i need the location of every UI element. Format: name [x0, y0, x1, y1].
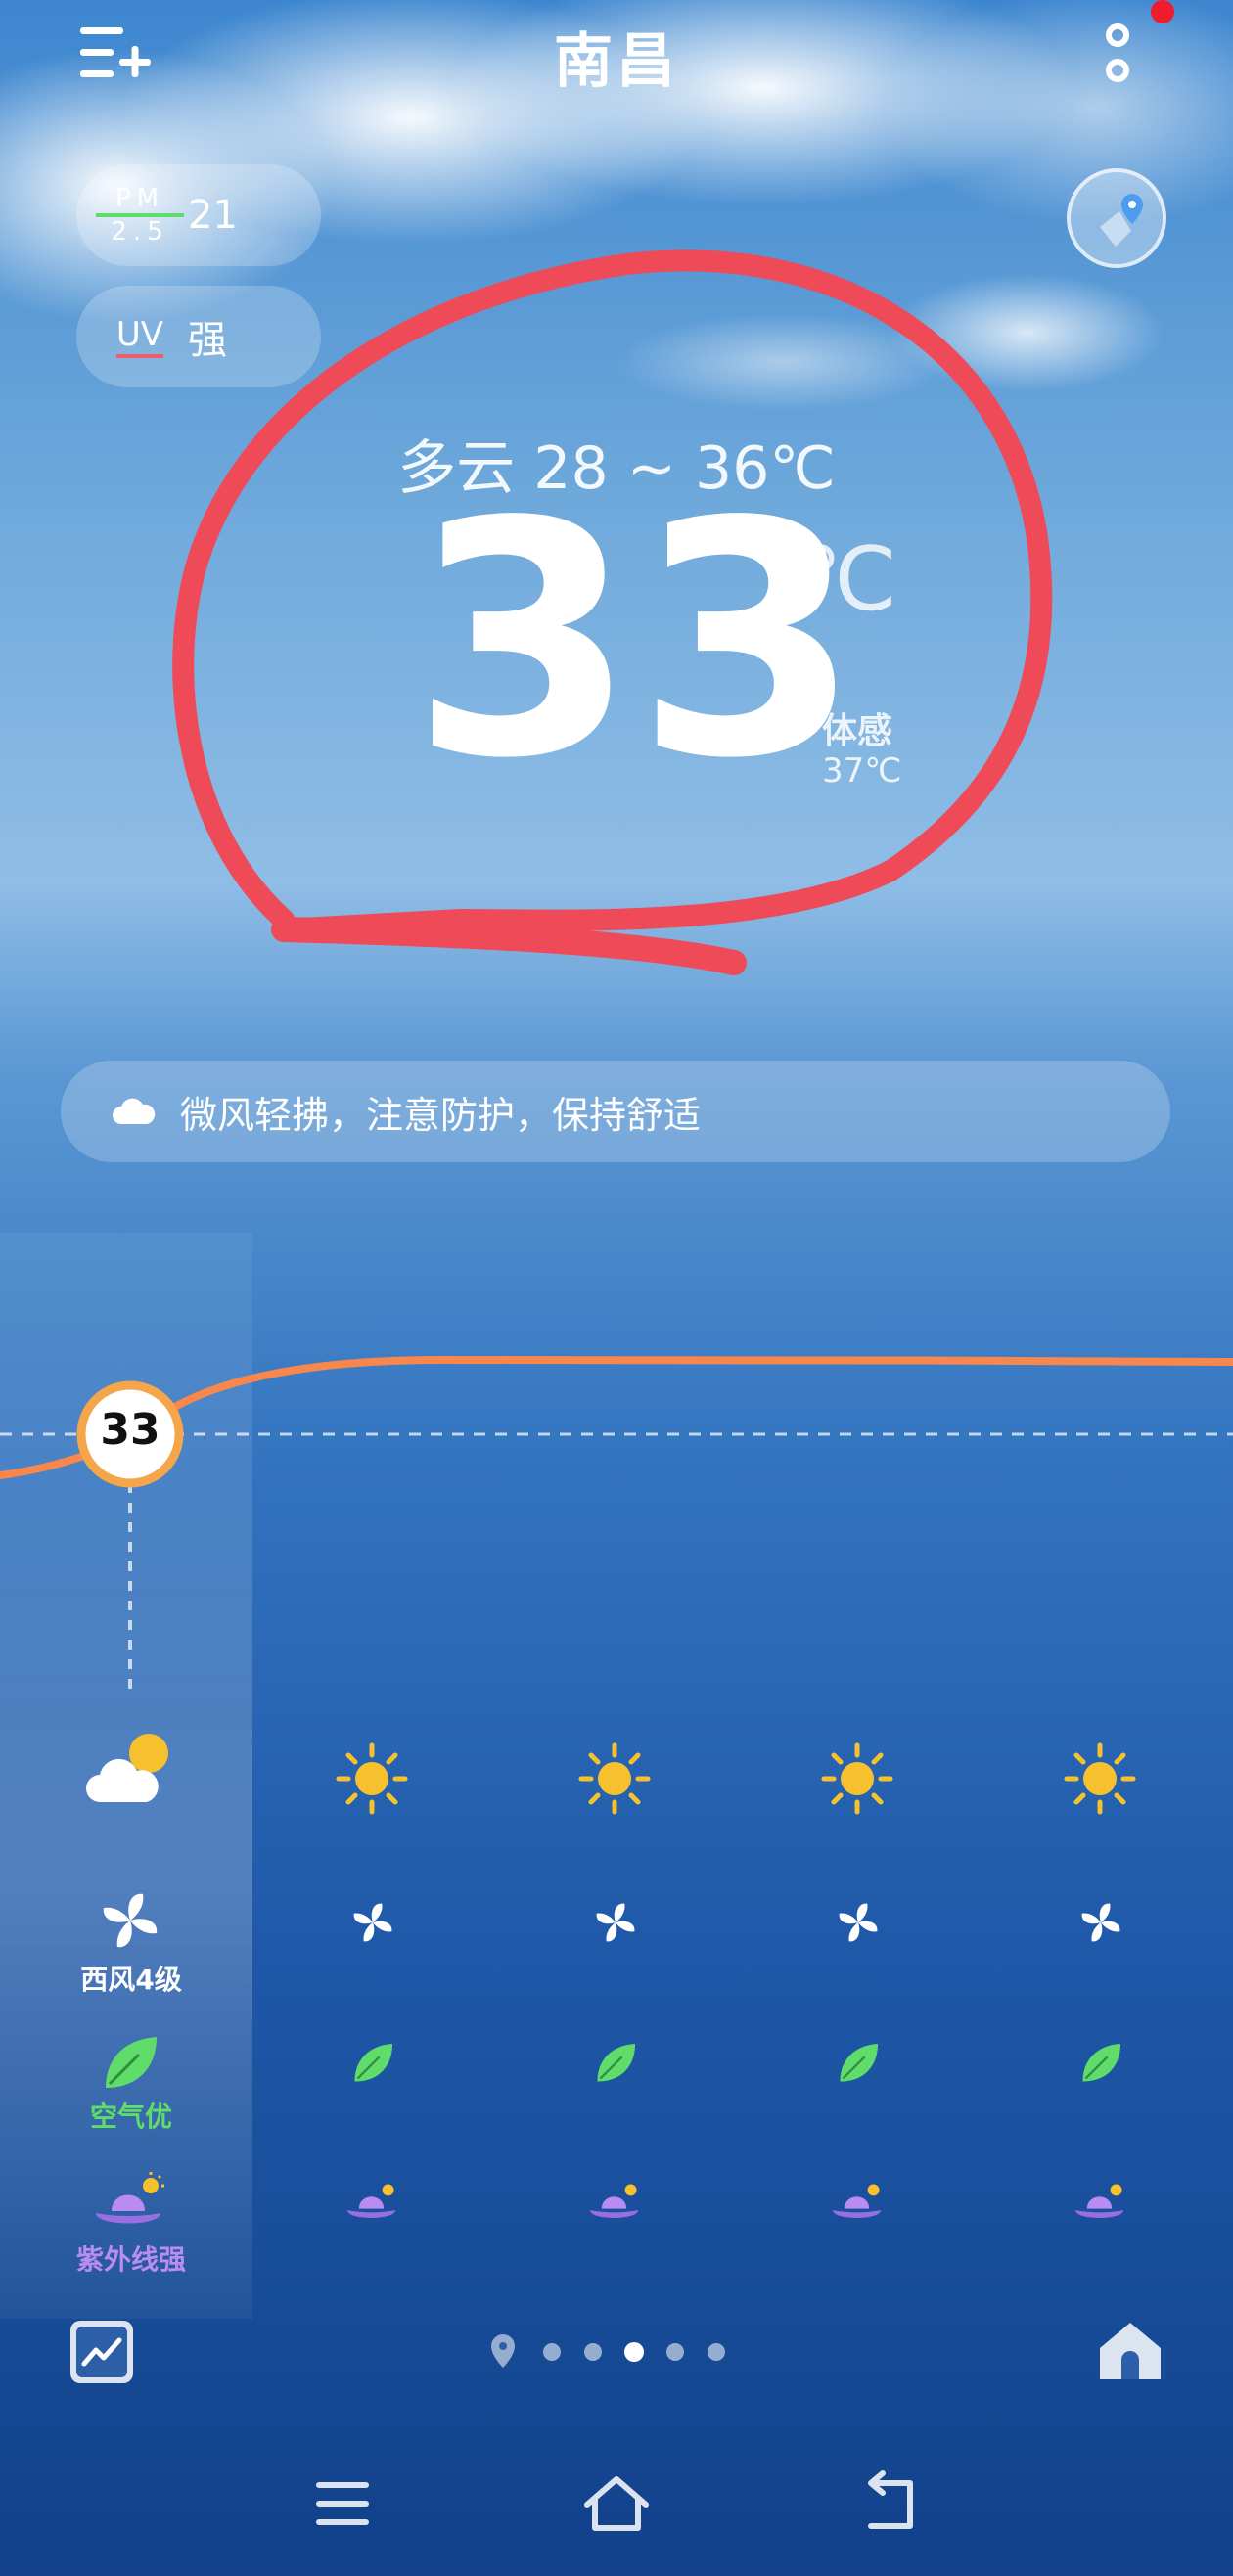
- trend-chart-button[interactable]: [70, 2321, 133, 2383]
- leaf-icon: [597, 2043, 636, 2082]
- location-pin-icon: [1100, 194, 1143, 247]
- map-button[interactable]: [1067, 168, 1166, 268]
- sunny-icon: [578, 1742, 651, 1815]
- pm25-label: PM 2.5: [96, 186, 184, 245]
- cloud-icon: [113, 1098, 156, 1124]
- sun-hat-icon: [1075, 2184, 1123, 2218]
- weather-tip-bar[interactable]: 微风轻拂，注意防护，保持舒适: [61, 1061, 1170, 1162]
- hourly-temperature-chart: [0, 1355, 1233, 1693]
- leaf-icon: [354, 2043, 393, 2082]
- home-nav-icon[interactable]: [577, 2469, 656, 2538]
- leaf-icon: [1082, 2043, 1121, 2082]
- leaf-icon: [106, 2037, 157, 2088]
- back-nav-icon[interactable]: [851, 2469, 930, 2538]
- sun-hat-icon: [833, 2184, 881, 2218]
- home-city-icon[interactable]: [1096, 2317, 1164, 2385]
- sunny-icon: [1064, 1742, 1136, 1815]
- wind-fan-icon: [103, 1893, 158, 1948]
- wind-fan-icon: [1081, 1903, 1120, 1942]
- sun-hat-icon: [96, 2172, 164, 2224]
- uv-index-label: 紫外线强: [75, 2243, 186, 2276]
- wind-fan-icon: [596, 1903, 635, 1942]
- trend-chart-icon: [76, 2327, 127, 2377]
- wind-level-label: 西风4级: [80, 1964, 182, 1996]
- menu-nav-icon[interactable]: [303, 2469, 382, 2538]
- pm25-value: 21: [188, 193, 238, 238]
- sun-hat-icon: [347, 2184, 395, 2218]
- partly-cloudy-icon: [86, 1734, 168, 1802]
- wind-fan-icon: [839, 1903, 878, 1942]
- current-temp-marker-value: 33: [100, 1405, 160, 1455]
- sun-hat-icon: [590, 2184, 638, 2218]
- page-indicator[interactable]: [480, 2328, 754, 2377]
- leaf-icon: [840, 2043, 879, 2082]
- sunny-icon: [821, 1742, 893, 1815]
- more-vertical-icon[interactable]: [1098, 20, 1137, 88]
- wind-fan-icon: [353, 1903, 392, 1942]
- weather-tip-text: 微风轻拂，注意防护，保持舒适: [180, 1093, 702, 1137]
- city-title: 南昌: [554, 27, 679, 96]
- location-pin-icon: [491, 2334, 515, 2368]
- air-quality-label: 空气优: [89, 2101, 172, 2133]
- notification-dot: [1151, 0, 1174, 23]
- sunny-icon: [336, 1742, 408, 1815]
- red-circle-annotation: [172, 249, 1053, 975]
